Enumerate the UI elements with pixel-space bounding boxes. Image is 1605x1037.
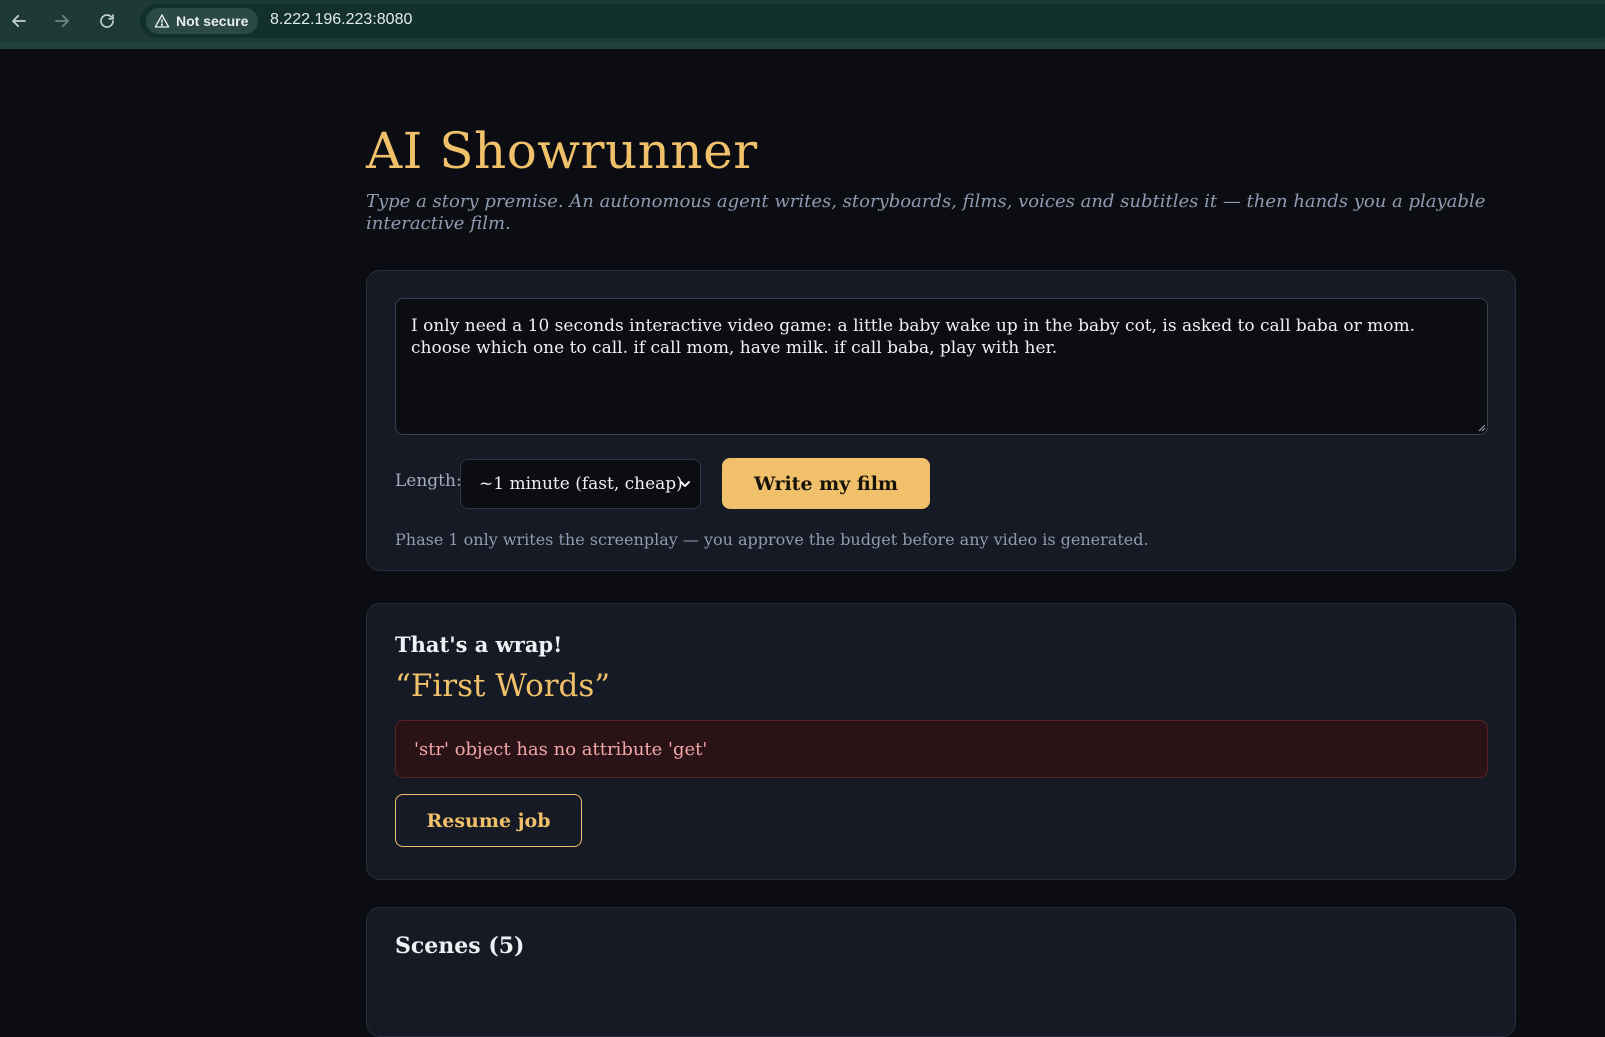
resume-job-button[interactable]: Resume job [395,794,582,847]
reload-icon [100,14,114,28]
error-text: 'str' object has no attribute 'get' [414,738,708,760]
url-text[interactable]: 8.222.196.223:8080 [270,11,412,29]
result-card: That's a wrap! “First Words” 'str' objec… [366,603,1516,880]
page-subtitle: Type a story premise. An autonomous agen… [366,191,1486,234]
security-indicator[interactable]: Not secure [146,8,258,34]
forward-button[interactable] [49,8,75,34]
forward-arrow-icon [55,14,69,28]
browser-toolbar: Not secure 8.222.196.223:8080 [0,0,1605,49]
resize-grip-icon[interactable] [1476,422,1486,432]
length-label: Length: [395,471,462,491]
scenes-heading: Scenes (5) [395,933,525,959]
reload-button[interactable] [94,8,120,34]
wrap-heading: That's a wrap! [395,632,563,657]
security-label: Not secure [176,13,249,29]
page-title: AI Showrunner [366,122,758,180]
budget-hint: Phase 1 only writes the screenplay — you… [395,530,1149,549]
write-film-button[interactable]: Write my film [722,458,930,509]
composer-card: I only need a 10 seconds interactive vid… [366,270,1516,571]
back-button[interactable] [6,8,32,34]
length-select[interactable]: ~1 minute (fast, cheap) [460,459,701,509]
toolbar-strip [0,42,1605,49]
length-select-value: ~1 minute (fast, cheap) [479,474,683,494]
chevron-down-icon [680,481,690,487]
warning-triangle-icon [154,14,170,28]
back-arrow-icon [12,14,26,28]
premise-textarea[interactable]: I only need a 10 seconds interactive vid… [395,298,1488,435]
film-title: “First Words” [395,668,611,704]
error-message: 'str' object has no attribute 'get' [395,720,1488,778]
scenes-card: Scenes (5) [366,907,1516,1037]
